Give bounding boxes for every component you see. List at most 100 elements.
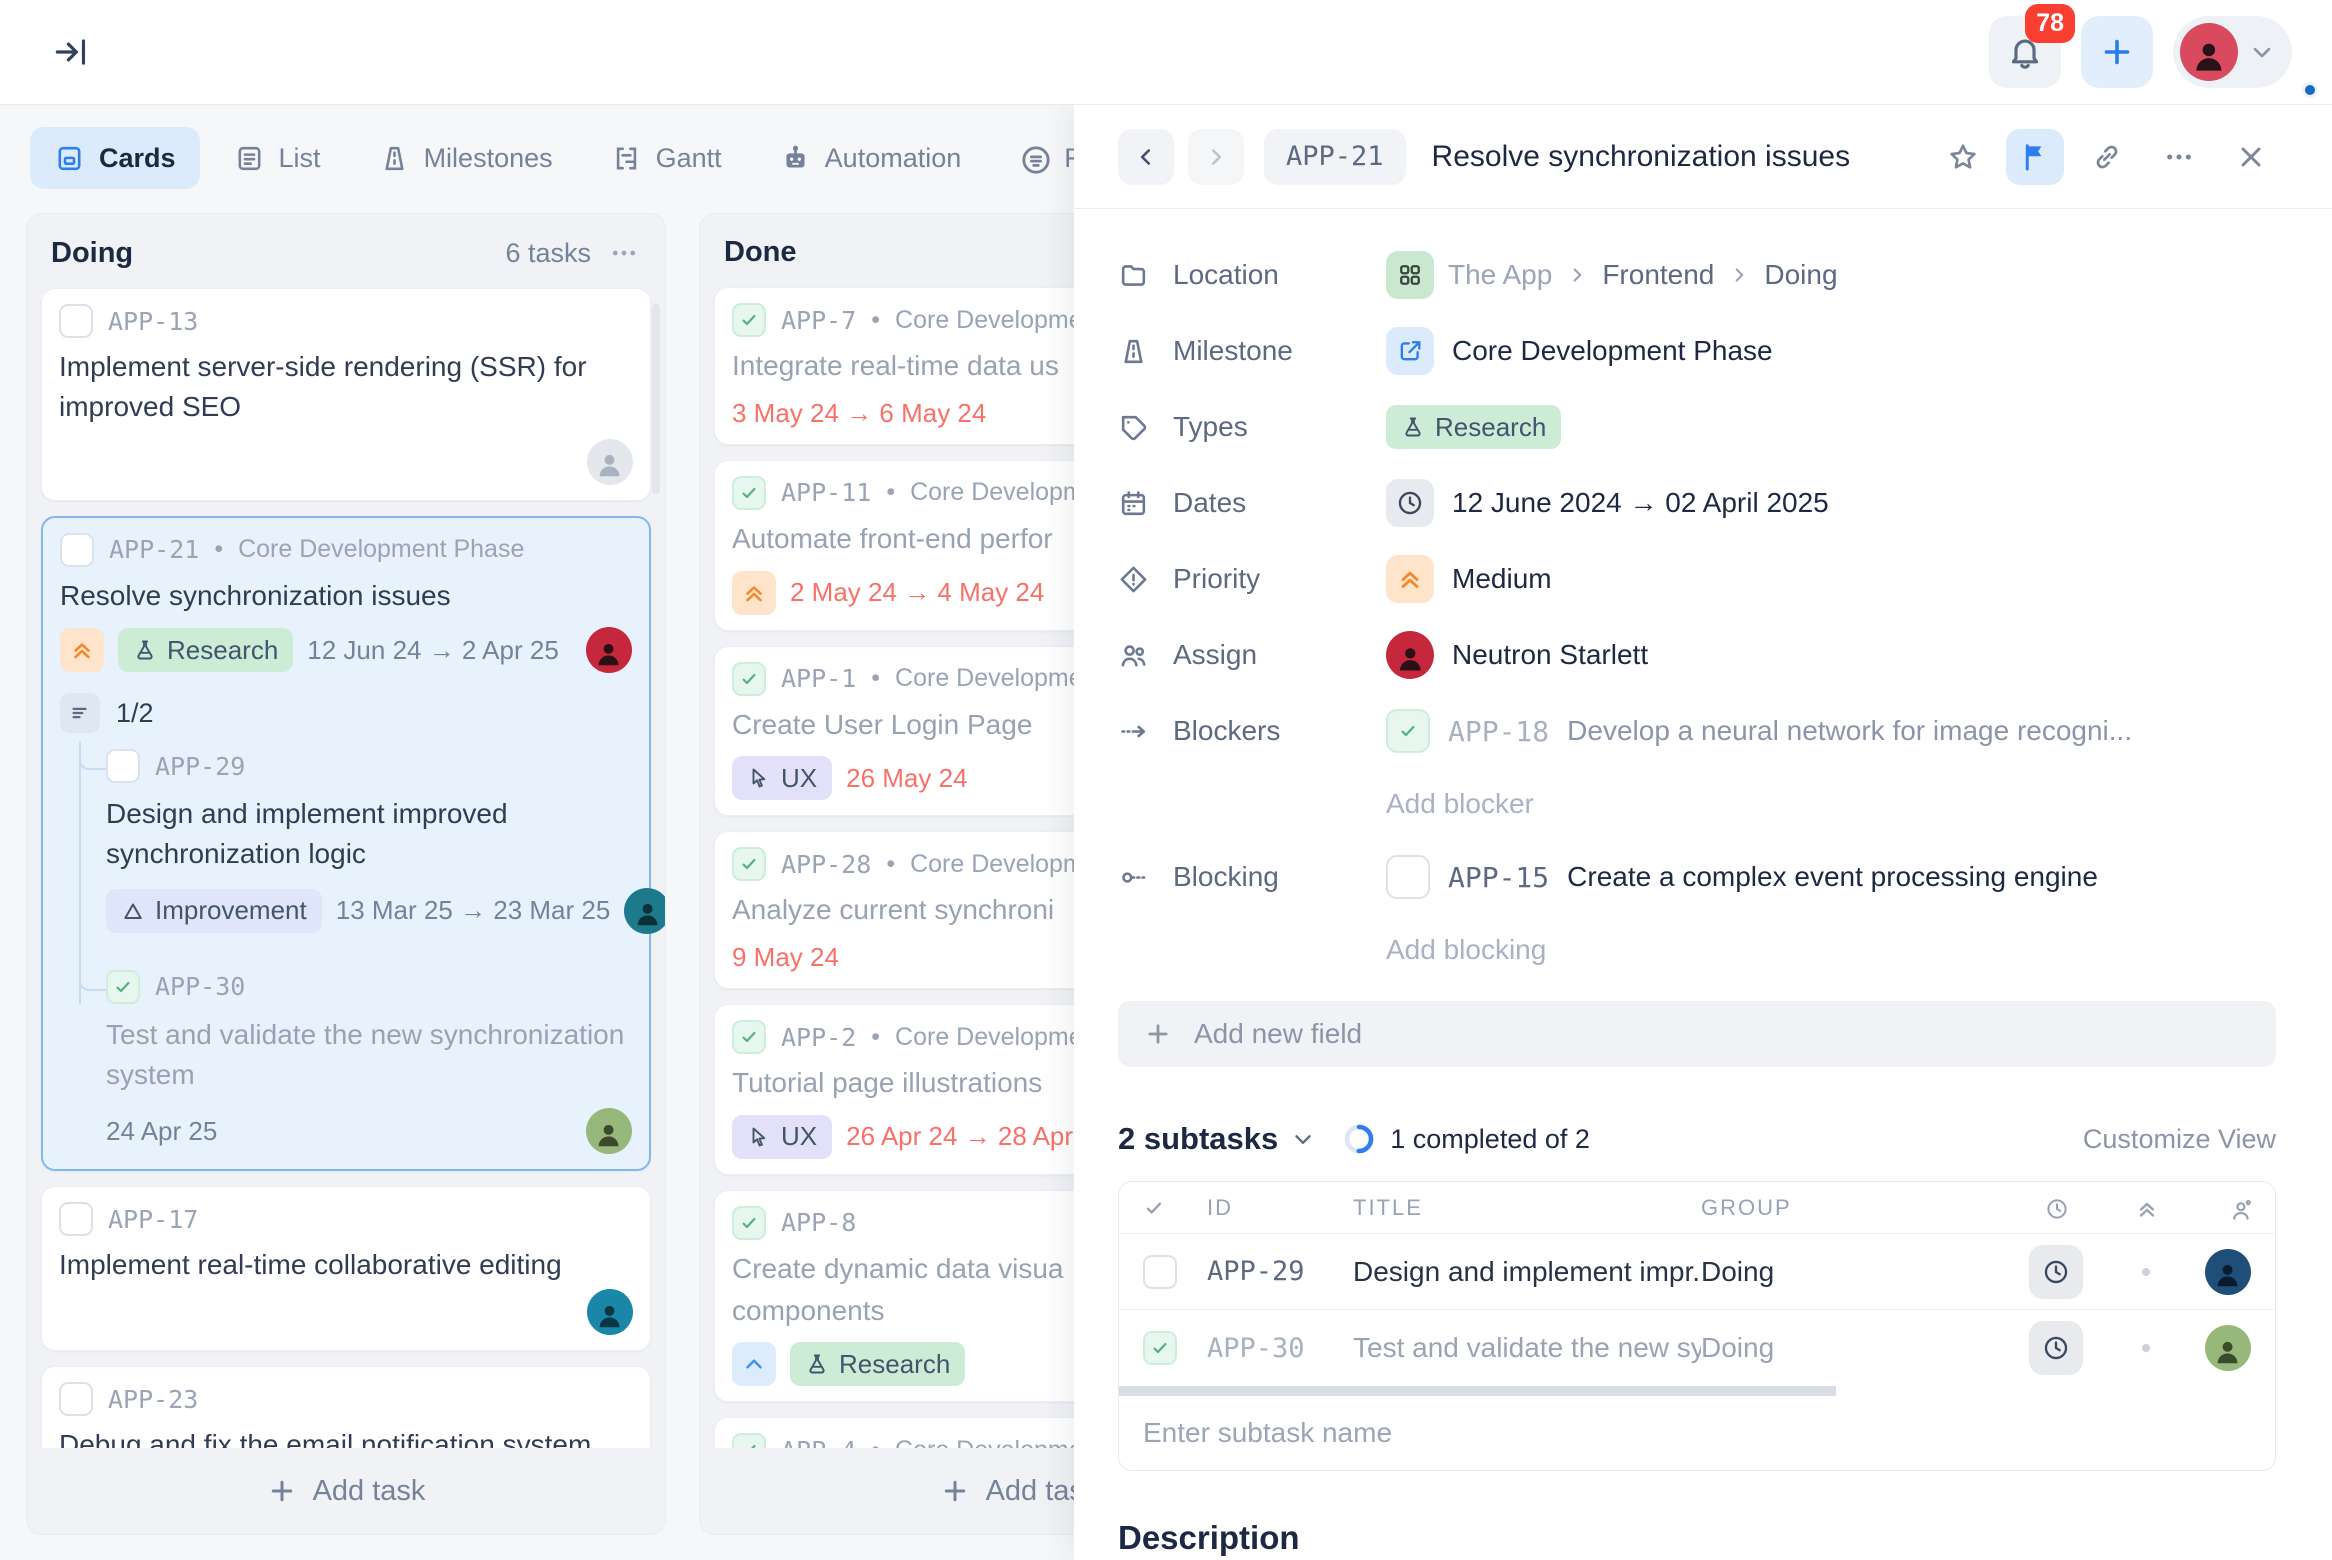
- cursor-icon: [747, 766, 771, 790]
- task-checkbox-checked[interactable]: [1386, 709, 1430, 753]
- breadcrumb-group[interactable]: Doing: [1764, 259, 1837, 291]
- subtask-tree: APP-29 Design and implement improved syn…: [60, 749, 632, 1154]
- notifications-button[interactable]: 78: [1989, 16, 2061, 88]
- tag-research: Research: [790, 1342, 965, 1386]
- dates-value[interactable]: 12 June 2024 → 02 April 2025: [1452, 487, 1829, 519]
- priority-medium-icon: [732, 571, 776, 615]
- customize-view-link[interactable]: Customize View: [2083, 1124, 2276, 1155]
- cards-icon: [54, 143, 85, 174]
- task-checkbox[interactable]: [59, 304, 93, 338]
- task-checkbox-checked[interactable]: [1143, 1331, 1177, 1365]
- task-date: 24 Apr 25: [106, 1116, 217, 1147]
- priority-value[interactable]: Medium: [1452, 563, 1552, 595]
- field-assign: Assign Neutron Starlett: [1118, 617, 2276, 693]
- field-blocking: Blocking APP-15 Create a complex event p…: [1118, 839, 2276, 915]
- more-options-button[interactable]: [2150, 129, 2208, 185]
- add-blocker-button[interactable]: Add blocker: [1118, 769, 2276, 839]
- task-id: APP-30: [155, 972, 245, 1001]
- notification-badge: 78: [2025, 4, 2075, 43]
- tag-research[interactable]: Research: [1386, 405, 1561, 449]
- subtask-app-29[interactable]: APP-29 Design and implement improved syn…: [106, 749, 632, 934]
- panel-header: APP-21 Resolve synchronization issues: [1074, 105, 2332, 209]
- tab-label: Cards: [99, 143, 176, 174]
- subtask-group: Doing: [1701, 1256, 2001, 1288]
- breadcrumb-list[interactable]: Frontend: [1602, 259, 1714, 291]
- panel-actions: [1934, 129, 2280, 185]
- breadcrumb-app[interactable]: The App: [1448, 259, 1552, 291]
- folder-icon: [1118, 260, 1149, 291]
- forward-button[interactable]: [1188, 129, 1244, 185]
- subtask-name-input[interactable]: [1143, 1417, 2251, 1449]
- external-link-icon[interactable]: [1386, 327, 1434, 375]
- task-card-app-21-selected[interactable]: APP-21 • Core Development Phase Resolve …: [41, 516, 651, 1172]
- task-checkbox[interactable]: [1143, 1255, 1177, 1289]
- task-checkbox-checked[interactable]: [106, 970, 140, 1004]
- column-header-group[interactable]: GROUP: [1701, 1195, 2001, 1221]
- avatar[interactable]: [2205, 1249, 2251, 1295]
- milestone-value[interactable]: Core Development Phase: [1452, 335, 1773, 367]
- subtask-app-30[interactable]: APP-30 Test and validate the new synchro…: [106, 970, 632, 1155]
- task-checkbox-checked[interactable]: [732, 847, 766, 881]
- plus-icon: [2099, 34, 2135, 70]
- favorite-button[interactable]: [1934, 129, 1992, 185]
- add-task-button[interactable]: Add task: [27, 1448, 665, 1534]
- task-card-app-13[interactable]: APP-13 Implement server-side rendering (…: [41, 288, 651, 501]
- column-menu-icon[interactable]: [607, 236, 641, 270]
- task-checkbox[interactable]: [1386, 855, 1430, 899]
- panel-body: Location The App Frontend Doing Mileston…: [1074, 209, 2332, 1557]
- field-types: Types Research: [1118, 389, 2276, 465]
- task-checkbox[interactable]: [60, 533, 94, 567]
- column-scrollbar[interactable]: [652, 304, 660, 494]
- subtask-title: Design and implement impr...: [1353, 1256, 1701, 1288]
- subtasks-progress-text: 1 completed of 2: [1390, 1124, 1590, 1155]
- avatar: [586, 1108, 632, 1154]
- avatar[interactable]: [2205, 1325, 2251, 1371]
- create-new-button[interactable]: [2081, 16, 2153, 88]
- copy-link-button[interactable]: [2078, 129, 2136, 185]
- task-checkbox[interactable]: [59, 1202, 93, 1236]
- tab-milestones[interactable]: Milestones: [355, 127, 577, 189]
- chevron-down-icon[interactable]: [1290, 1126, 1316, 1152]
- priority-empty-dot[interactable]: [2142, 1268, 2150, 1276]
- task-checkbox-checked[interactable]: [732, 1206, 766, 1240]
- flask-icon: [1401, 415, 1425, 439]
- tab-cards[interactable]: Cards: [30, 127, 200, 189]
- column-title: Doing: [51, 237, 133, 270]
- task-id-chip[interactable]: APP-21: [1264, 129, 1406, 185]
- back-button[interactable]: [1118, 129, 1174, 185]
- subtask-id: APP-29: [1207, 1256, 1353, 1287]
- task-checkbox[interactable]: [59, 1382, 93, 1416]
- close-panel-button[interactable]: [2222, 129, 2280, 185]
- avatar: [624, 888, 666, 934]
- sidebar-expand-icon[interactable]: [48, 30, 92, 74]
- flag-button[interactable]: [2006, 129, 2064, 185]
- subtasks-count-icon: [60, 693, 100, 733]
- task-checkbox-checked[interactable]: [732, 1020, 766, 1054]
- time-estimate-button[interactable]: [2029, 1321, 2083, 1375]
- priority-empty-dot[interactable]: [2142, 1344, 2150, 1352]
- time-estimate-button[interactable]: [2029, 1245, 2083, 1299]
- subtask-row-app-29[interactable]: APP-29 Design and implement impr... Doin…: [1119, 1234, 2275, 1310]
- task-checkbox[interactable]: [106, 749, 140, 783]
- table-horizontal-scrollbar[interactable]: [1119, 1386, 1836, 1396]
- ellipsis-icon: [2163, 141, 2195, 173]
- blocking-item[interactable]: APP-15 Create a complex event processing…: [1386, 855, 2276, 899]
- tab-label: List: [279, 143, 321, 174]
- task-checkbox-checked[interactable]: [732, 303, 766, 337]
- task-card-app-17[interactable]: APP-17 Implement real-time collaborative…: [41, 1186, 651, 1351]
- assignee-name[interactable]: Neutron Starlett: [1452, 639, 1648, 671]
- tab-list[interactable]: List: [210, 127, 345, 189]
- task-checkbox-checked[interactable]: [732, 476, 766, 510]
- column-header-title[interactable]: TITLE: [1353, 1195, 1701, 1221]
- column-header-id[interactable]: ID: [1207, 1195, 1353, 1221]
- subtask-row-app-30[interactable]: APP-30 Test and validate the new sy... D…: [1119, 1310, 2275, 1386]
- user-menu[interactable]: [2173, 16, 2292, 88]
- subtask-id: APP-30: [1207, 1333, 1353, 1364]
- blocker-item[interactable]: APP-18 Develop a neural network for imag…: [1386, 709, 2276, 753]
- add-new-field-button[interactable]: Add new field: [1118, 1001, 2276, 1067]
- tab-gantt[interactable]: Gantt: [587, 127, 746, 189]
- tag-ux: UX: [732, 1115, 832, 1159]
- task-checkbox-checked[interactable]: [732, 662, 766, 696]
- add-blocking-button[interactable]: Add blocking: [1118, 915, 2276, 985]
- tab-automation[interactable]: Automation: [756, 127, 986, 189]
